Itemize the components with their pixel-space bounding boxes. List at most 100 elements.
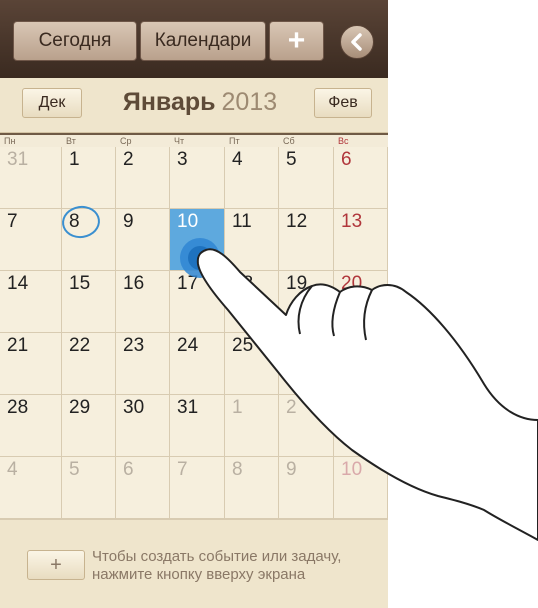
calendar-day-cell[interactable]: 10 xyxy=(170,209,225,271)
day-number: 31 xyxy=(177,397,199,418)
calendar-day-cell[interactable]: 13 xyxy=(334,209,388,271)
day-number: 8 xyxy=(232,459,243,480)
month-title: Январь 2013 xyxy=(100,88,300,122)
month-grid: 31 1 2 3 4 5 6 7 8 9 10 11 12 13 14 15 16 17 18 19 20 21 22 23 2… xyxy=(0,147,388,519)
back-button[interactable] xyxy=(340,25,374,59)
calendar-day-cell[interactable]: 30 xyxy=(116,395,170,457)
weekday-label: Вт xyxy=(66,136,76,146)
weekday-label: Сб xyxy=(283,136,295,146)
calendar-day-cell[interactable]: 11 xyxy=(225,209,279,271)
day-number: 6 xyxy=(341,149,352,170)
day-number: 1 xyxy=(69,149,80,170)
day-number: 21 xyxy=(7,335,29,356)
hint-text: Чтобы создать событие или задачу, нажмит… xyxy=(92,548,342,583)
day-number: 22 xyxy=(69,335,91,356)
calendar-day-cell[interactable]: 8 xyxy=(225,457,279,519)
calendar-day-cell[interactable]: 17 xyxy=(170,271,225,333)
weekday-label: Пн xyxy=(4,136,16,146)
calendar-day-cell[interactable]: 23 xyxy=(116,333,170,395)
calendar-day-cell[interactable]: 9 xyxy=(116,209,170,271)
calendar-day-cell[interactable]: 15 xyxy=(62,271,116,333)
calendar-day-cell[interactable]: 3 xyxy=(334,395,388,457)
calendar-day-cell[interactable]: 27 xyxy=(334,333,388,395)
calendar-app: Сегодня Календари + Дек Январь 2013 Фев П… xyxy=(0,0,388,608)
calendar-day-cell[interactable]: 4 xyxy=(0,457,62,519)
calendar-day-cell[interactable]: 1 xyxy=(225,395,279,457)
calendar-day-cell[interactable]: 7 xyxy=(0,209,62,271)
day-number: 2 xyxy=(123,149,134,170)
day-number: 9 xyxy=(123,211,134,232)
day-number: 3 xyxy=(341,397,352,418)
day-number: 11 xyxy=(232,211,252,232)
day-number: 12 xyxy=(286,211,308,232)
day-number: 26 xyxy=(286,335,308,356)
calendar-day-cell[interactable]: 1 xyxy=(62,147,116,209)
add-event-button[interactable]: + xyxy=(269,21,324,61)
calendar-day-cell[interactable]: 4 xyxy=(225,147,279,209)
weekday-label: Чт xyxy=(174,136,185,146)
calendar-day-cell[interactable]: 31 xyxy=(170,395,225,457)
day-number: 24 xyxy=(177,335,199,356)
day-number: 16 xyxy=(123,273,145,294)
calendar-day-cell[interactable]: 19 xyxy=(279,271,334,333)
weekday-label: Пт xyxy=(229,136,240,146)
calendar-day-cell[interactable]: 2 xyxy=(116,147,170,209)
day-number: 5 xyxy=(286,149,297,170)
day-number: 25 xyxy=(232,335,254,356)
calendars-button[interactable]: Календари xyxy=(140,21,266,61)
day-number: 6 xyxy=(123,459,134,480)
day-number: 10 xyxy=(341,459,363,480)
year: 2013 xyxy=(221,88,278,116)
calendar-day-cell[interactable]: 22 xyxy=(62,333,116,395)
day-number: 9 xyxy=(286,459,297,480)
next-month-button[interactable]: Фев xyxy=(314,88,372,118)
calendar-day-cell[interactable]: 21 xyxy=(0,333,62,395)
calendar-day-cell[interactable]: 18 xyxy=(225,271,279,333)
day-number: 17 xyxy=(177,273,199,294)
calendar-day-cell[interactable]: 5 xyxy=(62,457,116,519)
day-number: 2 xyxy=(286,397,297,418)
weekday-label: Вс xyxy=(338,136,349,146)
quick-add-button[interactable]: + xyxy=(27,550,85,580)
calendar-day-cell[interactable]: 7 xyxy=(170,457,225,519)
weekday-label: Ср xyxy=(120,136,132,146)
calendar-day-cell[interactable]: 29 xyxy=(62,395,116,457)
day-number: 13 xyxy=(341,211,363,232)
calendar-day-cell[interactable]: 5 xyxy=(279,147,334,209)
calendar-day-cell[interactable]: 26 xyxy=(279,333,334,395)
day-number: 19 xyxy=(286,273,308,294)
day-number: 28 xyxy=(7,397,29,418)
day-number: 7 xyxy=(177,459,188,480)
today-button[interactable]: Сегодня xyxy=(13,21,137,61)
day-number: 14 xyxy=(7,273,29,294)
calendar-day-cell[interactable]: 14 xyxy=(0,271,62,333)
calendar-day-cell[interactable]: 6 xyxy=(334,147,388,209)
previous-month-button[interactable]: Дек xyxy=(22,88,82,118)
day-number: 27 xyxy=(341,335,363,356)
top-toolbar: Сегодня Календари + xyxy=(0,0,388,78)
calendar-day-cell[interactable]: 25 xyxy=(225,333,279,395)
month-navigation: Дек Январь 2013 Фев xyxy=(0,78,388,133)
day-number: 10 xyxy=(177,211,199,232)
calendar-day-cell[interactable]: 16 xyxy=(116,271,170,333)
day-number: 18 xyxy=(232,273,254,294)
day-number: 23 xyxy=(123,335,145,356)
calendar-day-cell[interactable]: 10 xyxy=(334,457,388,519)
calendar-day-cell[interactable]: 2 xyxy=(279,395,334,457)
day-number: 30 xyxy=(123,397,145,418)
calendar-day-cell[interactable]: 12 xyxy=(279,209,334,271)
calendar-day-cell[interactable]: 3 xyxy=(170,147,225,209)
month-name: Январь xyxy=(122,88,216,116)
day-number: 15 xyxy=(69,273,91,294)
calendar-day-cell[interactable]: 24 xyxy=(170,333,225,395)
calendar-day-cell[interactable]: 28 xyxy=(0,395,62,457)
day-number: 3 xyxy=(177,149,188,170)
calendar-day-cell[interactable]: 9 xyxy=(279,457,334,519)
calendar-day-cell[interactable]: 20 xyxy=(334,271,388,333)
day-number: 4 xyxy=(232,149,243,170)
day-number: 5 xyxy=(69,459,80,480)
day-number: 4 xyxy=(7,459,18,480)
calendar-day-cell[interactable]: 6 xyxy=(116,457,170,519)
calendar-day-cell[interactable]: 31 xyxy=(0,147,62,209)
day-number: 20 xyxy=(341,273,363,294)
